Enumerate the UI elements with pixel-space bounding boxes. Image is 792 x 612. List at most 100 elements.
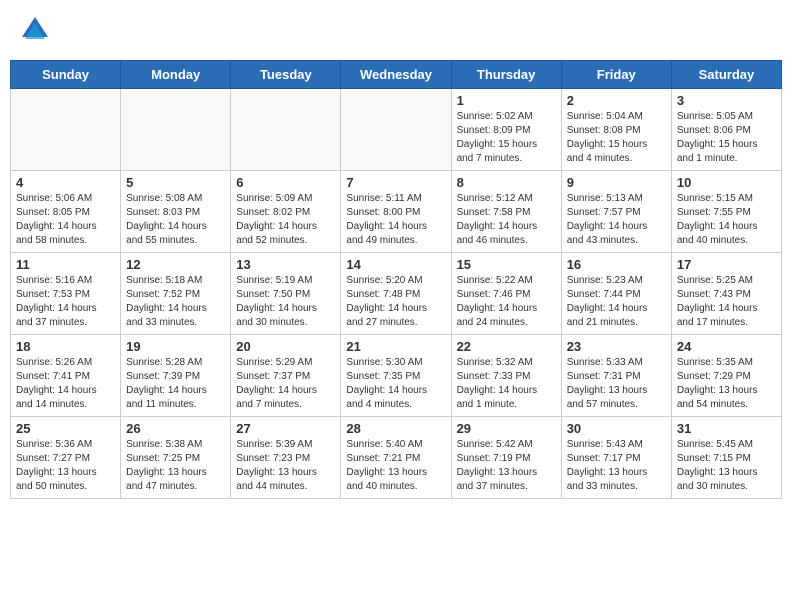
calendar-cell: 13 Sunrise: 5:19 AM Sunset: 7:50 PM Dayli…	[231, 253, 341, 335]
day-info: Sunrise: 5:28 AM Sunset: 7:39 PM Dayligh…	[126, 356, 225, 412]
calendar-cell: 28Sunrise: 5:40 AM Sunset: 7:21 PM Dayli…	[341, 417, 451, 499]
calendar-cell: 29Sunrise: 5:42 AM Sunset: 7:19 PM Dayli…	[451, 417, 561, 499]
day-info: Sunrise: 5:05 AM Sunset: 8:06 PM Dayligh…	[677, 110, 776, 166]
day-info: Sunrise: 5:39 AM Sunset: 7:23 PM Dayligh…	[236, 438, 335, 494]
calendar-cell	[11, 89, 121, 171]
day-info: Sunrise: 5:19 AM Sunset: 7:50 PM Dayligh…	[236, 274, 335, 330]
calendar-week-1: 1 Sunrise: 5:02 AM Sunset: 8:09 PM Daylig…	[11, 89, 782, 171]
calendar-header: SundayMondayTuesdayWednesdayThursdayFrid…	[11, 61, 782, 89]
day-number: 14	[346, 257, 445, 272]
day-info: Sunrise: 5:06 AM Sunset: 8:05 PM Dayligh…	[16, 192, 115, 248]
calendar-cell: 19 Sunrise: 5:28 AM Sunset: 7:39 PM Dayli…	[121, 335, 231, 417]
calendar-cell: 14 Sunrise: 5:20 AM Sunset: 7:48 PM Dayli…	[341, 253, 451, 335]
day-info: Sunrise: 5:43 AM Sunset: 7:17 PM Dayligh…	[567, 438, 666, 494]
calendar-cell: 10 Sunrise: 5:15 AM Sunset: 7:55 PM Dayli…	[671, 171, 781, 253]
day-info: Sunrise: 5:38 AM Sunset: 7:25 PM Dayligh…	[126, 438, 225, 494]
day-info: Sunrise: 5:29 AM Sunset: 7:37 PM Dayligh…	[236, 356, 335, 412]
weekday-header-friday: Friday	[561, 61, 671, 89]
day-number: 26	[126, 421, 225, 436]
calendar-cell: 31 Sunrise: 5:45 AM Sunset: 7:15 PM Dayli…	[671, 417, 781, 499]
page-header	[10, 10, 782, 50]
calendar-cell: 30 Sunrise: 5:43 AM Sunset: 7:17 PM Dayli…	[561, 417, 671, 499]
day-info: Sunrise: 5:22 AM Sunset: 7:46 PM Dayligh…	[457, 274, 556, 330]
day-info: Sunrise: 5:16 AM Sunset: 7:53 PM Dayligh…	[16, 274, 115, 330]
calendar-cell: 26 Sunrise: 5:38 AM Sunset: 7:25 PM Dayli…	[121, 417, 231, 499]
day-info: Sunrise: 5:15 AM Sunset: 7:55 PM Dayligh…	[677, 192, 776, 248]
day-info: Sunrise: 5:20 AM Sunset: 7:48 PM Dayligh…	[346, 274, 445, 330]
day-number: 23	[567, 339, 666, 354]
day-info: Sunrise: 5:12 AM Sunset: 7:58 PM Dayligh…	[457, 192, 556, 248]
day-info: Sunrise: 5:35 AM Sunset: 7:29 PM Dayligh…	[677, 356, 776, 412]
day-number: 5	[126, 175, 225, 190]
calendar-cell: 7Sunrise: 5:11 AM Sunset: 8:00 PM Daylig…	[341, 171, 451, 253]
calendar-cell: 4 Sunrise: 5:06 AM Sunset: 8:05 PM Daylig…	[11, 171, 121, 253]
calendar-week-2: 4 Sunrise: 5:06 AM Sunset: 8:05 PM Daylig…	[11, 171, 782, 253]
day-info: Sunrise: 5:09 AM Sunset: 8:02 PM Dayligh…	[236, 192, 335, 248]
day-number: 10	[677, 175, 776, 190]
calendar-week-3: 11 Sunrise: 5:16 AM Sunset: 7:53 PM Dayli…	[11, 253, 782, 335]
calendar-cell: 2Sunrise: 5:04 AM Sunset: 8:08 PM Daylig…	[561, 89, 671, 171]
day-number: 1	[457, 93, 556, 108]
calendar-cell: 5Sunrise: 5:08 AM Sunset: 8:03 PM Daylig…	[121, 171, 231, 253]
day-info: Sunrise: 5:45 AM Sunset: 7:15 PM Dayligh…	[677, 438, 776, 494]
logo-icon	[20, 15, 50, 45]
day-info: Sunrise: 5:26 AM Sunset: 7:41 PM Dayligh…	[16, 356, 115, 412]
weekday-header-monday: Monday	[121, 61, 231, 89]
day-info: Sunrise: 5:32 AM Sunset: 7:33 PM Dayligh…	[457, 356, 556, 412]
weekday-header-row: SundayMondayTuesdayWednesdayThursdayFrid…	[11, 61, 782, 89]
day-number: 24	[677, 339, 776, 354]
day-number: 17	[677, 257, 776, 272]
day-info: Sunrise: 5:42 AM Sunset: 7:19 PM Dayligh…	[457, 438, 556, 494]
calendar-cell: 20Sunrise: 5:29 AM Sunset: 7:37 PM Dayli…	[231, 335, 341, 417]
day-info: Sunrise: 5:11 AM Sunset: 8:00 PM Dayligh…	[346, 192, 445, 248]
day-number: 15	[457, 257, 556, 272]
day-number: 12	[126, 257, 225, 272]
day-number: 27	[236, 421, 335, 436]
calendar-cell	[341, 89, 451, 171]
day-number: 6	[236, 175, 335, 190]
day-number: 25	[16, 421, 115, 436]
day-number: 11	[16, 257, 115, 272]
day-info: Sunrise: 5:30 AM Sunset: 7:35 PM Dayligh…	[346, 356, 445, 412]
day-info: Sunrise: 5:13 AM Sunset: 7:57 PM Dayligh…	[567, 192, 666, 248]
calendar-cell	[231, 89, 341, 171]
day-number: 2	[567, 93, 666, 108]
day-number: 13	[236, 257, 335, 272]
day-info: Sunrise: 5:25 AM Sunset: 7:43 PM Dayligh…	[677, 274, 776, 330]
day-number: 30	[567, 421, 666, 436]
calendar-cell	[121, 89, 231, 171]
day-number: 19	[126, 339, 225, 354]
day-number: 4	[16, 175, 115, 190]
logo	[20, 15, 54, 45]
calendar-cell: 6 Sunrise: 5:09 AM Sunset: 8:02 PM Daylig…	[231, 171, 341, 253]
day-number: 16	[567, 257, 666, 272]
weekday-header-wednesday: Wednesday	[341, 61, 451, 89]
calendar-cell: 21 Sunrise: 5:30 AM Sunset: 7:35 PM Dayli…	[341, 335, 451, 417]
day-info: Sunrise: 5:40 AM Sunset: 7:21 PM Dayligh…	[346, 438, 445, 494]
day-info: Sunrise: 5:33 AM Sunset: 7:31 PM Dayligh…	[567, 356, 666, 412]
day-number: 21	[346, 339, 445, 354]
day-info: Sunrise: 5:18 AM Sunset: 7:52 PM Dayligh…	[126, 274, 225, 330]
calendar-cell: 8 Sunrise: 5:12 AM Sunset: 7:58 PM Daylig…	[451, 171, 561, 253]
weekday-header-thursday: Thursday	[451, 61, 561, 89]
weekday-header-sunday: Sunday	[11, 61, 121, 89]
day-info: Sunrise: 5:02 AM Sunset: 8:09 PM Dayligh…	[457, 110, 556, 166]
calendar-cell: 15 Sunrise: 5:22 AM Sunset: 7:46 PM Dayli…	[451, 253, 561, 335]
calendar-week-4: 18 Sunrise: 5:26 AM Sunset: 7:41 PM Dayli…	[11, 335, 782, 417]
calendar-cell: 12 Sunrise: 5:18 AM Sunset: 7:52 PM Dayli…	[121, 253, 231, 335]
day-number: 31	[677, 421, 776, 436]
calendar-body: 1 Sunrise: 5:02 AM Sunset: 8:09 PM Daylig…	[11, 89, 782, 499]
day-number: 9	[567, 175, 666, 190]
calendar-cell: 23 Sunrise: 5:33 AM Sunset: 7:31 PM Dayli…	[561, 335, 671, 417]
day-number: 3	[677, 93, 776, 108]
day-number: 8	[457, 175, 556, 190]
day-info: Sunrise: 5:36 AM Sunset: 7:27 PM Dayligh…	[16, 438, 115, 494]
calendar-cell: 17 Sunrise: 5:25 AM Sunset: 7:43 PM Dayli…	[671, 253, 781, 335]
calendar-cell: 25 Sunrise: 5:36 AM Sunset: 7:27 PM Dayli…	[11, 417, 121, 499]
calendar: SundayMondayTuesdayWednesdayThursdayFrid…	[10, 60, 782, 499]
calendar-cell: 24 Sunrise: 5:35 AM Sunset: 7:29 PM Dayli…	[671, 335, 781, 417]
calendar-cell: 9 Sunrise: 5:13 AM Sunset: 7:57 PM Daylig…	[561, 171, 671, 253]
weekday-header-tuesday: Tuesday	[231, 61, 341, 89]
day-number: 18	[16, 339, 115, 354]
calendar-cell: 27 Sunrise: 5:39 AM Sunset: 7:23 PM Dayli…	[231, 417, 341, 499]
